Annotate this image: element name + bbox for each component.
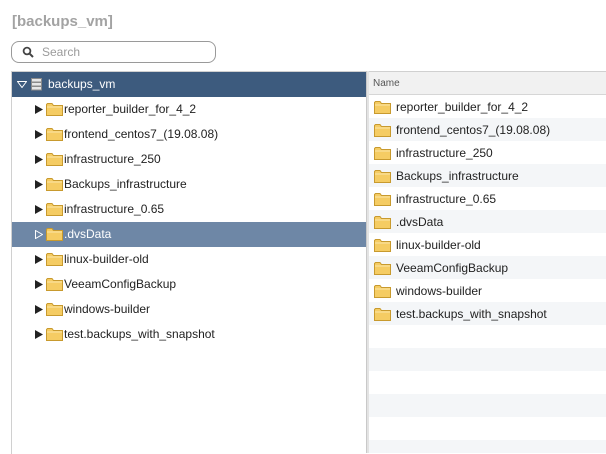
empty-list-row	[369, 394, 606, 417]
list-item[interactable]: infrastructure_0.65	[369, 187, 606, 210]
tree-item[interactable]: reporter_builder_for_4_2	[12, 97, 367, 122]
list-item[interactable]: VeeamConfigBackup	[369, 256, 606, 279]
list-item[interactable]: frontend_centos7_(19.08.08)	[369, 118, 606, 141]
expand-arrow-icon[interactable]	[35, 305, 43, 314]
list-item-label: linux-builder-old	[396, 238, 481, 252]
list-item-label: .dvsData	[396, 215, 444, 229]
expand-arrow-icon[interactable]	[35, 255, 43, 264]
tree-item[interactable]: frontend_centos7_(19.08.08)	[12, 122, 367, 147]
tree-item[interactable]: .dvsData	[12, 222, 367, 247]
empty-list-row	[369, 348, 606, 371]
tree-item-label: linux-builder-old	[64, 252, 149, 266]
expand-arrow-icon[interactable]	[35, 105, 43, 114]
collapse-arrow-icon[interactable]	[17, 81, 27, 88]
tree-item-label: infrastructure_250	[64, 152, 161, 166]
folder-list: Name reporter_builder_for_4_2 frontend_ce…	[369, 71, 606, 453]
tree-item-label: .dvsData	[64, 227, 112, 241]
list-item-label: windows-builder	[396, 284, 483, 298]
folder-icon	[374, 308, 391, 321]
folder-icon	[374, 193, 391, 206]
list-item-label: frontend_centos7_(19.08.08)	[396, 123, 551, 137]
tree-item[interactable]: VeeamConfigBackup	[12, 272, 367, 297]
list-item[interactable]: windows-builder	[369, 279, 606, 302]
empty-list-row	[369, 325, 606, 348]
list-item[interactable]: reporter_builder_for_4_2	[369, 95, 606, 118]
folder-icon	[374, 216, 391, 229]
folder-icon	[374, 170, 391, 183]
tree-item-label: reporter_builder_for_4_2	[64, 102, 197, 116]
tree-item[interactable]: infrastructure_250	[12, 147, 367, 172]
folder-icon	[46, 153, 63, 166]
column-header-label: Name	[373, 78, 400, 89]
list-item[interactable]: infrastructure_250	[369, 141, 606, 164]
tree-item-label: test.backups_with_snapshot	[64, 327, 215, 341]
folder-icon	[46, 303, 63, 316]
folder-icon	[46, 278, 63, 291]
list-item-label: Backups_infrastructure	[396, 169, 519, 183]
tree-item-label: Backups_infrastructure	[64, 177, 187, 191]
folder-icon	[374, 285, 391, 298]
folder-icon	[46, 128, 63, 141]
list-item-label: test.backups_with_snapshot	[396, 307, 547, 321]
expand-arrow-icon[interactable]	[35, 230, 43, 239]
expand-arrow-icon[interactable]	[35, 330, 43, 339]
list-item-label: VeeamConfigBackup	[396, 261, 509, 275]
tree-item-label: VeeamConfigBackup	[64, 277, 177, 291]
search-icon	[22, 46, 34, 58]
tree-root-label: backups_vm	[48, 77, 116, 91]
tree-item[interactable]: test.backups_with_snapshot	[12, 322, 367, 347]
tree-item[interactable]: windows-builder	[12, 297, 367, 322]
expand-arrow-icon[interactable]	[35, 180, 43, 189]
search-input[interactable]	[42, 44, 207, 60]
tree-item[interactable]: linux-builder-old	[12, 247, 367, 272]
search-box[interactable]	[11, 41, 216, 63]
folder-icon	[46, 228, 63, 241]
expand-arrow-icon[interactable]	[35, 130, 43, 139]
expand-arrow-icon[interactable]	[35, 155, 43, 164]
folder-icon	[374, 101, 391, 114]
empty-list-row	[369, 440, 606, 453]
tree-item-label: frontend_centos7_(19.08.08)	[64, 127, 219, 141]
folder-icon	[46, 253, 63, 266]
folder-icon	[374, 262, 391, 275]
list-item[interactable]: Backups_infrastructure	[369, 164, 606, 187]
empty-list-row	[369, 417, 606, 440]
list-item[interactable]: .dvsData	[369, 210, 606, 233]
folder-icon	[374, 239, 391, 252]
list-item-label: infrastructure_250	[396, 146, 493, 160]
tree-item-label: infrastructure_0.65	[64, 202, 165, 216]
folder-icon	[46, 328, 63, 341]
folder-icon	[374, 124, 391, 137]
list-item-label: reporter_builder_for_4_2	[396, 100, 529, 114]
list-item-label: infrastructure_0.65	[396, 192, 497, 206]
list-item[interactable]: linux-builder-old	[369, 233, 606, 256]
empty-list-row	[369, 371, 606, 394]
expand-arrow-icon[interactable]	[35, 205, 43, 214]
tree-root-backups-vm[interactable]: backups_vm	[12, 72, 367, 97]
tree-item-label: windows-builder	[64, 302, 151, 316]
folder-icon	[374, 147, 391, 160]
column-header-name[interactable]: Name	[369, 71, 606, 95]
tree-item[interactable]: Backups_infrastructure	[12, 172, 367, 197]
folder-icon	[46, 178, 63, 191]
folder-icon	[46, 203, 63, 216]
expand-arrow-icon[interactable]	[35, 280, 43, 289]
tree-item[interactable]: infrastructure_0.65	[12, 197, 367, 222]
datastore-icon	[31, 78, 42, 91]
folder-icon	[46, 103, 63, 116]
page-title: [backups_vm]	[12, 13, 113, 30]
list-item[interactable]: test.backups_with_snapshot	[369, 302, 606, 325]
folder-tree: backups_vm reporter_builder_for_4_2front…	[11, 71, 367, 454]
